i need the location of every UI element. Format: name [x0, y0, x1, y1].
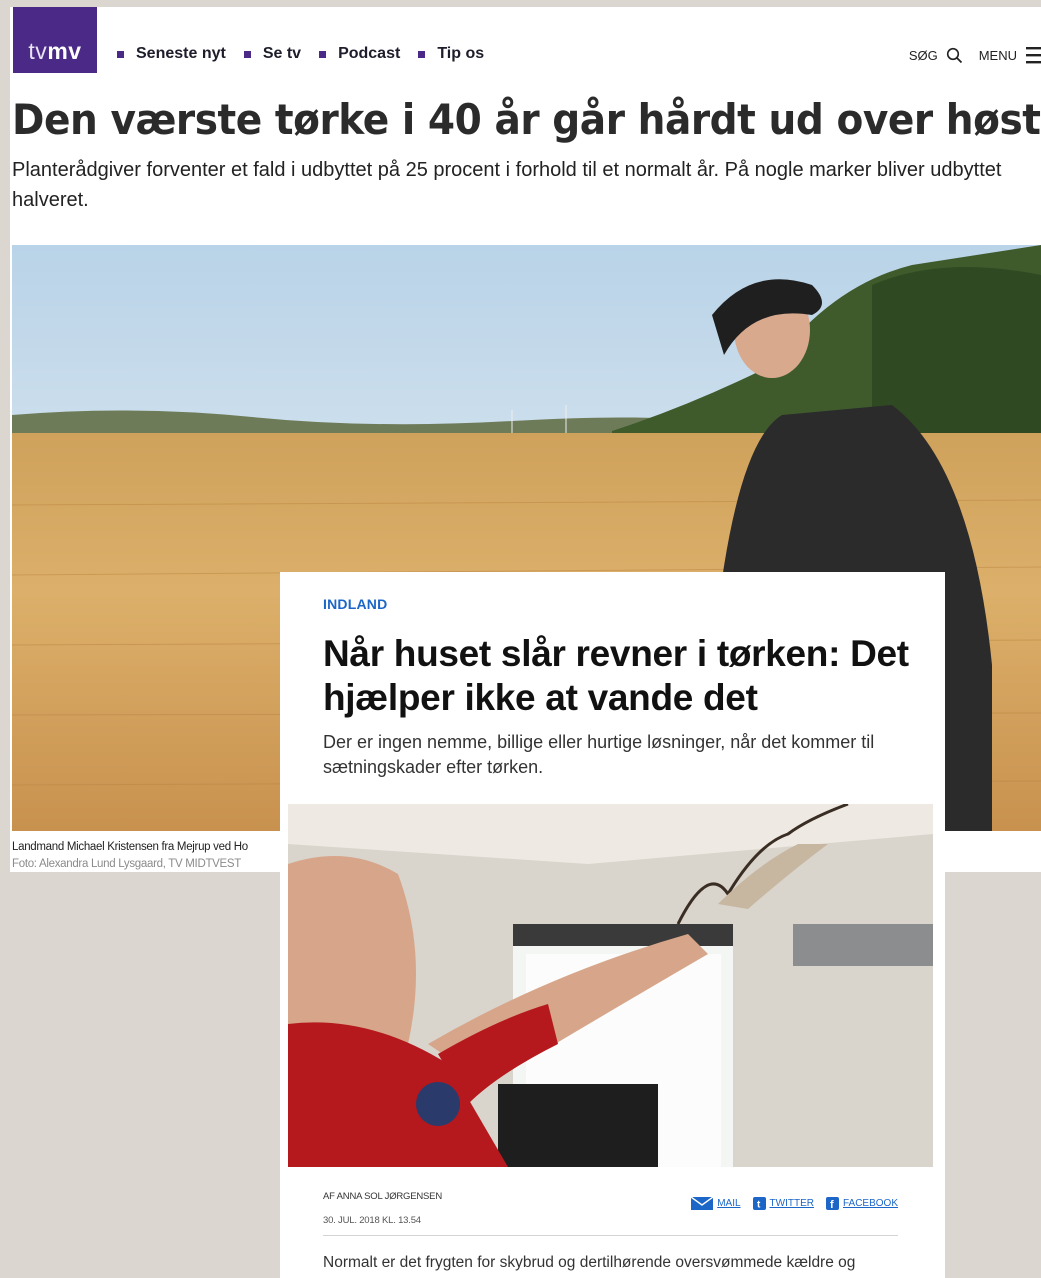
article-subtitle: Der er ingen nemme, billige eller hurtig…: [323, 732, 875, 777]
nav-label: Podcast: [338, 45, 401, 62]
share-facebook-link[interactable]: f FACEBOOK: [825, 1197, 898, 1210]
article-card: INDLAND Når huset slår revner i tørken: …: [280, 572, 945, 1278]
tvmv-logo[interactable]: tv mv: [13, 7, 97, 73]
article-date: 30. JUL. 2018 KL. 13.54: [323, 1215, 421, 1226]
cracked-wall-photo: [288, 804, 933, 1167]
caption-credit: Foto: Alexandra Lund Lysgaard, TV MIDTVE…: [12, 858, 242, 870]
share-mail-label: MAIL: [717, 1198, 741, 1209]
svg-text:f: f: [830, 1199, 834, 1210]
page-title: Den værste tørke i 40 år går hårdt ud ov…: [12, 95, 1041, 144]
hamburger-icon: [1026, 47, 1041, 64]
share-twitter-label: TWITTER: [769, 1198, 814, 1209]
share-twitter-link[interactable]: t TWITTER: [752, 1197, 814, 1210]
header-tools: SØG MENU: [909, 45, 1041, 65]
nav-bullet-icon: [243, 50, 251, 58]
nav-label: Tip os: [437, 45, 485, 62]
share-facebook-label: FACEBOOK: [842, 1198, 898, 1209]
logo-mv: mv: [47, 38, 82, 64]
nav-label: Seneste nyt: [136, 45, 226, 62]
divider: [323, 1235, 898, 1236]
article-photo: [288, 804, 933, 1167]
menu-button[interactable]: MENU: [979, 45, 1041, 65]
nav-item-seneste-nyt[interactable]: Seneste nyt: [117, 45, 226, 63]
mail-icon: [691, 1197, 714, 1210]
twitter-icon: t: [752, 1197, 766, 1210]
search-icon: [946, 47, 962, 63]
article-title: Når huset slår revner i tørken: Det hjæl…: [323, 633, 909, 718]
main-nav: Seneste nyt Se tv Podcast Tip os: [117, 45, 484, 63]
nav-item-se-tv[interactable]: Se tv: [243, 45, 302, 63]
menu-label: MENU: [978, 47, 1017, 63]
nav-bullet-icon: [117, 50, 124, 58]
nav-label: Se tv: [262, 45, 302, 62]
facebook-icon: f: [825, 1197, 839, 1210]
article-body: Normalt er det frygten for skybrud og de…: [323, 1254, 856, 1271]
article-byline: AF ANNA SOL JØRGENSEN: [323, 1191, 442, 1202]
nav-bullet-icon: [418, 50, 426, 58]
logo-tv: tv: [28, 38, 48, 64]
section-label[interactable]: INDLAND: [323, 596, 387, 612]
share-links: MAIL t TWITTER f FACEBOOK: [691, 1197, 898, 1210]
page-subtitle: Planterådgiver forventer et fald i udbyt…: [12, 159, 1002, 211]
nav-item-podcast[interactable]: Podcast: [319, 45, 400, 63]
search-button[interactable]: SØG: [909, 47, 963, 64]
photo-caption: Landmand Michael Kristensen fra Mejrup v…: [12, 839, 248, 872]
share-mail-link[interactable]: MAIL: [691, 1197, 741, 1210]
site-header: tv mv Seneste nyt Se tv Podcast Tip os SØ…: [10, 7, 1041, 73]
search-label: SØG: [908, 47, 938, 63]
caption-text: Landmand Michael Kristensen fra Mejrup v…: [12, 841, 248, 853]
nav-bullet-icon: [319, 50, 327, 58]
nav-item-tip-os[interactable]: Tip os: [418, 45, 484, 63]
